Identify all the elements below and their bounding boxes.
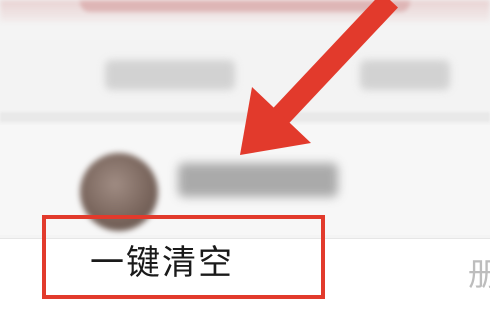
- blurred-red-banner: [80, 0, 410, 12]
- clear-all-label: 一键清空: [90, 243, 234, 283]
- blurred-action-row: [0, 40, 490, 110]
- blurred-header-region: [0, 0, 490, 22]
- clear-all-button[interactable]: 一键清空: [42, 215, 325, 299]
- section-divider: [0, 112, 490, 122]
- bottom-action-row: 一键清空 册: [0, 215, 490, 323]
- blurred-action-button: [105, 60, 235, 90]
- blurred-action-button: [360, 60, 450, 90]
- blurred-user-name: [178, 163, 338, 197]
- delete-button-label-partial[interactable]: 册: [468, 249, 490, 295]
